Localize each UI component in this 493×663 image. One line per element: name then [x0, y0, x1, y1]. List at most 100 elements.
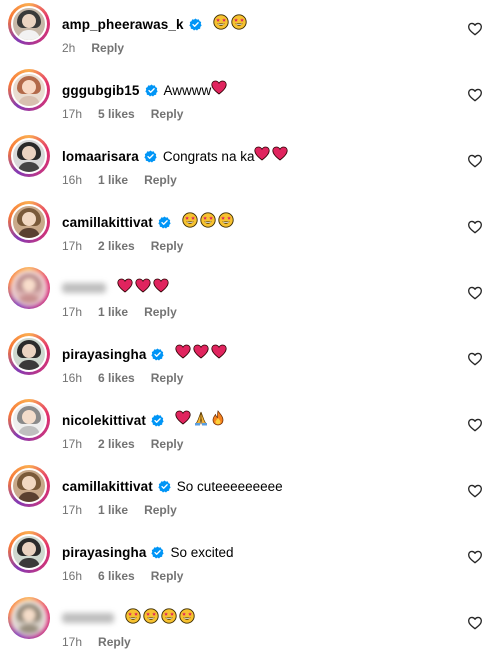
- comment-item: gggubgib15 Awwww 17h 5 likes Reply: [0, 69, 493, 135]
- like-heart-icon[interactable]: [467, 153, 483, 169]
- username-link[interactable]: nicolekittivat: [62, 413, 146, 428]
- username-link[interactable]: camillakittivat: [62, 215, 153, 230]
- username-link[interactable]: [62, 613, 114, 623]
- avatar-story-ring[interactable]: [8, 399, 50, 441]
- avatar-story-ring[interactable]: [8, 135, 50, 177]
- likes-count-link[interactable]: 6 likes: [98, 371, 135, 385]
- reply-button[interactable]: Reply: [91, 41, 124, 55]
- comment-item: 17h 1 like Reply: [0, 267, 493, 333]
- comment-text: So excited: [170, 544, 234, 560]
- comment-meta: 16h 6 likes Reply: [62, 371, 183, 385]
- avatar[interactable]: [11, 72, 47, 108]
- comment-timestamp: 16h: [62, 371, 83, 385]
- comment-header: pirayasingha So excited: [62, 543, 234, 561]
- comment-timestamp: 17h: [62, 437, 83, 451]
- avatar-story-ring[interactable]: [8, 465, 50, 507]
- avatar[interactable]: [11, 402, 47, 438]
- heart-emoji-icon: [175, 344, 192, 364]
- avatar-story-ring[interactable]: [8, 3, 50, 45]
- like-heart-icon[interactable]: [467, 549, 483, 565]
- reply-button[interactable]: Reply: [144, 173, 177, 187]
- likes-count-link[interactable]: 5 likes: [98, 107, 135, 121]
- comment-meta: 17h 1 like Reply: [62, 305, 177, 319]
- avatar[interactable]: [11, 534, 47, 570]
- star-eyes-emoji-icon: [143, 607, 159, 629]
- comment-timestamp: 17h: [62, 305, 83, 319]
- verified-badge-icon: [151, 545, 165, 559]
- avatar-story-ring[interactable]: [8, 333, 50, 375]
- likes-count-link[interactable]: 1 like: [98, 503, 128, 517]
- comment-header: [62, 607, 197, 629]
- comment-text: Congrats na ka: [162, 148, 255, 164]
- comment-timestamp: 16h: [62, 569, 83, 583]
- avatar[interactable]: [11, 138, 47, 174]
- comment-meta: 17h Reply: [62, 635, 131, 649]
- avatar[interactable]: [11, 336, 47, 372]
- avatar[interactable]: [11, 204, 47, 240]
- username-link[interactable]: pirayasingha: [62, 347, 146, 362]
- comment-meta: 17h 2 likes Reply: [62, 437, 183, 451]
- avatar[interactable]: [11, 468, 47, 504]
- likes-count-link[interactable]: 1 like: [98, 173, 128, 187]
- comment-text: So cuteeeeeeeee: [176, 478, 283, 494]
- comment-emojis: [182, 211, 236, 233]
- comment-meta: 17h 1 like Reply: [62, 503, 177, 517]
- heart-emoji-icon: [117, 278, 133, 298]
- reply-button[interactable]: Reply: [151, 569, 184, 583]
- username-link[interactable]: gggubgib15: [62, 83, 140, 98]
- star-eyes-emoji-icon: [230, 13, 247, 35]
- reply-button[interactable]: Reply: [151, 239, 184, 253]
- username-link[interactable]: camillakittivat: [62, 479, 153, 494]
- comment-list: amp_pheerawas_k 2h Reply gggubgib15 Awwww 17h…: [0, 0, 493, 652]
- username-link[interactable]: lomaarisara: [62, 149, 139, 164]
- heart-emoji-icon: [272, 146, 289, 166]
- like-heart-icon[interactable]: [467, 483, 483, 499]
- reply-button[interactable]: Reply: [151, 437, 184, 451]
- username-link[interactable]: [62, 283, 106, 293]
- star-eyes-emoji-icon: [200, 211, 216, 233]
- heart-emoji-icon: [135, 278, 151, 298]
- comment-meta: 17h 5 likes Reply: [62, 107, 183, 121]
- comment-text: Awwww: [163, 82, 212, 98]
- comment-timestamp: 17h: [62, 239, 83, 253]
- comment-timestamp: 17h: [62, 635, 83, 649]
- comment-meta: 17h 2 likes Reply: [62, 239, 183, 253]
- comment-header: nicolekittivat: [62, 409, 227, 431]
- reply-button[interactable]: Reply: [151, 371, 184, 385]
- username-link[interactable]: pirayasingha: [62, 545, 146, 560]
- like-heart-icon[interactable]: [467, 615, 483, 631]
- star-eyes-emoji-icon: [212, 13, 229, 35]
- like-heart-icon[interactable]: [467, 285, 483, 301]
- likes-count-link[interactable]: 2 likes: [98, 239, 135, 253]
- likes-count-link[interactable]: 6 likes: [98, 569, 135, 583]
- avatar-story-ring[interactable]: [8, 531, 50, 573]
- avatar[interactable]: [11, 270, 47, 306]
- like-heart-icon[interactable]: [467, 21, 483, 37]
- reply-button[interactable]: Reply: [144, 305, 177, 319]
- heart-emoji-icon: [153, 278, 169, 298]
- avatar-story-ring[interactable]: [8, 201, 50, 243]
- avatar[interactable]: [11, 6, 47, 42]
- like-heart-icon[interactable]: [467, 351, 483, 367]
- like-heart-icon[interactable]: [467, 417, 483, 433]
- like-heart-icon[interactable]: [467, 219, 483, 235]
- heart-emoji-icon: [175, 410, 191, 430]
- comment-timestamp: 16h: [62, 173, 83, 187]
- fire-emoji-icon: [211, 409, 225, 431]
- reply-button[interactable]: Reply: [151, 107, 184, 121]
- avatar-story-ring[interactable]: [8, 267, 50, 309]
- like-heart-icon[interactable]: [467, 87, 483, 103]
- reply-button[interactable]: Reply: [98, 635, 131, 649]
- avatar-story-ring[interactable]: [8, 597, 50, 639]
- comment-header: [62, 278, 171, 298]
- likes-count-link[interactable]: 1 like: [98, 305, 128, 319]
- comment-emojis: [125, 607, 197, 629]
- likes-count-link[interactable]: 2 likes: [98, 437, 135, 451]
- username-link[interactable]: amp_pheerawas_k: [62, 17, 184, 32]
- reply-button[interactable]: Reply: [144, 503, 177, 517]
- heart-emoji-icon: [254, 146, 271, 166]
- comment-timestamp: 17h: [62, 107, 83, 121]
- avatar[interactable]: [11, 600, 47, 636]
- avatar-story-ring[interactable]: [8, 69, 50, 111]
- verified-badge-icon: [188, 17, 202, 31]
